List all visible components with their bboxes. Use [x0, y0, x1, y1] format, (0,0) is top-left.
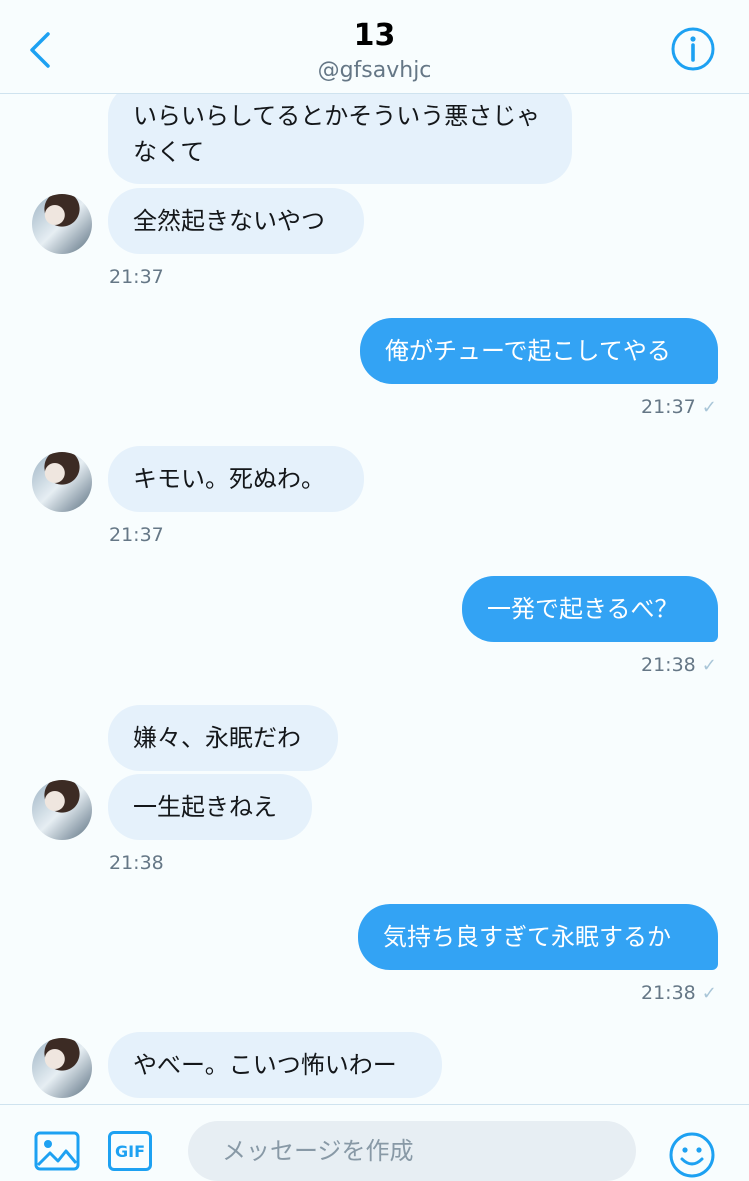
message-bubble-incoming[interactable]: 全然起きないやつ	[108, 188, 364, 254]
read-check-icon: ✓	[701, 655, 717, 676]
message-timestamp: 21:38	[109, 852, 164, 874]
message-bubble-incoming[interactable]: やべー。こいつ怖いわー	[108, 1032, 442, 1098]
read-check-icon: ✓	[701, 397, 717, 418]
message-bubble-incoming[interactable]: キモい。死ぬわ。	[108, 446, 364, 512]
message-timestamp: 21:37	[109, 524, 164, 546]
emoji-icon[interactable]	[668, 1131, 716, 1179]
conversation-handle: @gfsavhjc	[317, 58, 432, 83]
message-text: やべー。こいつ怖いわー	[133, 1051, 397, 1079]
conversation-header: 13 @gfsavhjc	[0, 0, 749, 94]
message-bubble-outgoing[interactable]: 一発で起きるべ？	[462, 576, 718, 642]
image-icon[interactable]	[34, 1131, 80, 1171]
message-timestamp: 21:37 ✓	[641, 396, 717, 418]
message-bubble-outgoing[interactable]: 俺がチューで起こしてやる	[360, 318, 718, 384]
message-text: キモい。死ぬわ。	[133, 465, 325, 493]
message-text: 全然起きないやつ	[133, 207, 325, 235]
message-bubble-incoming[interactable]: いらいらしてるとかそういう悪さじゃなくて	[108, 94, 572, 184]
gif-icon[interactable]: GIF	[108, 1131, 152, 1171]
message-text: 一発で起きるべ？	[487, 595, 679, 623]
message-timestamp: 21:38 ✓	[641, 982, 717, 1004]
info-icon[interactable]	[670, 26, 716, 72]
message-timestamp: 21:37	[109, 266, 164, 288]
message-text: 俺がチューで起こしてやる	[385, 337, 671, 365]
message-text: 気持ち良すぎて永眠するか	[383, 923, 671, 951]
avatar[interactable]	[32, 1038, 92, 1098]
avatar[interactable]	[32, 452, 92, 512]
avatar[interactable]	[32, 780, 92, 840]
message-list[interactable]: いらいらしてるとかそういう悪さじゃなくて 全然起きないやつ 21:37 俺がチュ…	[0, 94, 749, 1104]
message-text: 一生起きねえ	[133, 793, 277, 821]
message-timestamp: 21:38 ✓	[641, 654, 717, 676]
avatar[interactable]	[32, 194, 92, 254]
message-bubble-incoming[interactable]: 嫌々、永眠だわ	[108, 705, 338, 771]
message-bubble-outgoing[interactable]: 気持ち良すぎて永眠するか	[358, 904, 718, 970]
message-text: 嫌々、永眠だわ	[133, 724, 301, 752]
message-bubble-incoming[interactable]: 一生起きねえ	[108, 774, 312, 840]
message-compose-input[interactable]: メッセージを作成	[188, 1121, 636, 1181]
conversation-title: 13	[353, 18, 396, 53]
read-check-icon: ✓	[701, 983, 717, 1004]
composer-bar: GIF メッセージを作成	[0, 1104, 749, 1181]
message-text: いらいらしてるとかそういう悪さじゃなくて	[133, 102, 541, 166]
